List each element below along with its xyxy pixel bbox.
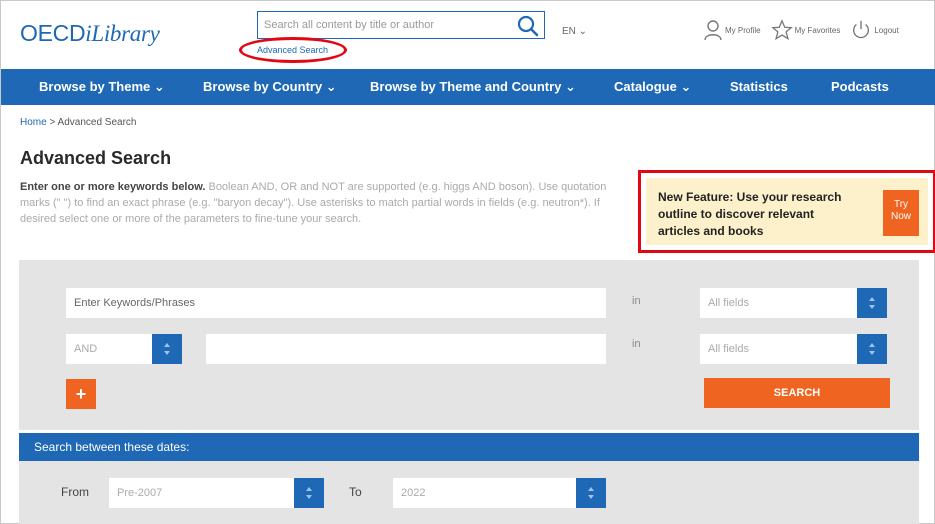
language-selector[interactable]: EN ⌄ [562,26,587,37]
logout-link[interactable]: Logout [850,19,899,41]
operator-select[interactable]: AND [66,334,154,364]
breadcrumb: Home > Advanced Search [20,117,137,128]
try-now-button[interactable]: Try Now [883,190,919,236]
new-feature-text: New Feature: Use your research outline t… [658,190,842,238]
breadcrumb-home[interactable]: Home [20,117,47,128]
field-select-1[interactable]: All fields [700,288,860,318]
breadcrumb-current: Advanced Search [57,117,137,128]
advanced-search-panel: Enter Keywords/Phrases in All fields AND… [19,260,919,430]
from-date-spinner[interactable] [294,478,324,508]
advanced-search-link[interactable]: Advanced Search [257,45,328,55]
dates-panel: From Pre-2007 To 2022 [19,461,919,524]
my-favorites-label: My Favorites [794,25,841,35]
global-search-box [257,11,545,39]
field-select-1-spinner[interactable] [857,288,887,318]
breadcrumb-separator: > [46,117,58,128]
field-select-2-spinner[interactable] [857,334,887,364]
logo-oecd-text: OECD [20,20,86,46]
logo-ilibrary-text: iLibrary [85,21,160,46]
intro-bold: Enter one or more keywords below. [20,181,206,193]
main-nav: Browse by Theme ⌄ Browse by Country ⌄ Br… [1,69,935,105]
to-date-spinner[interactable] [576,478,606,508]
from-label: From [61,485,89,499]
keywords-input-2[interactable] [206,334,606,364]
field-select-2[interactable]: All fields [700,334,860,364]
from-date-select[interactable]: Pre-2007 [109,478,294,508]
logout-label: Logout [874,25,899,35]
user-icon [704,20,722,41]
in-label-2: in [632,338,641,350]
nav-browse-by-theme-and-country[interactable]: Browse by Theme and Country ⌄ [370,79,576,95]
page: OECDiLibrary Advanced Search EN ⌄ My Pro… [0,0,935,524]
nav-statistics[interactable]: Statistics [730,79,788,94]
my-favorites-link[interactable]: My Favorites [770,19,841,41]
new-feature-panel: New Feature: Use your research outline t… [646,178,928,245]
keywords-input[interactable]: Enter Keywords/Phrases [66,288,606,318]
header: OECDiLibrary Advanced Search EN ⌄ My Pro… [1,1,935,65]
operator-select-spinner[interactable] [152,334,182,364]
nav-catalogue[interactable]: Catalogue ⌄ [614,79,691,95]
user-links: My Profile My Favorites Logout [703,15,899,45]
search-button[interactable]: SEARCH [704,378,890,408]
dates-header: Search between these dates: [19,433,919,461]
to-label: To [349,485,362,499]
new-feature-box: New Feature: Use your research outline t… [638,170,935,253]
page-title: Advanced Search [20,148,172,168]
nav-browse-by-country[interactable]: Browse by Country ⌄ [203,79,337,95]
power-icon [853,20,870,39]
to-date-select[interactable]: 2022 [393,478,578,508]
nav-podcasts[interactable]: Podcasts [831,79,889,94]
in-label-1: in [632,295,641,307]
search-icon[interactable] [516,14,540,38]
nav-browse-by-theme[interactable]: Browse by Theme ⌄ [39,79,165,95]
global-search-input[interactable] [264,16,504,34]
my-profile-link[interactable]: My Profile [703,19,761,41]
oecd-ilibrary-logo[interactable]: OECDiLibrary [20,20,160,47]
add-row-button[interactable]: + [66,379,96,409]
intro-text: Enter one or more keywords below. Boolea… [20,179,622,227]
my-profile-label: My Profile [725,25,761,35]
star-icon [770,19,793,41]
